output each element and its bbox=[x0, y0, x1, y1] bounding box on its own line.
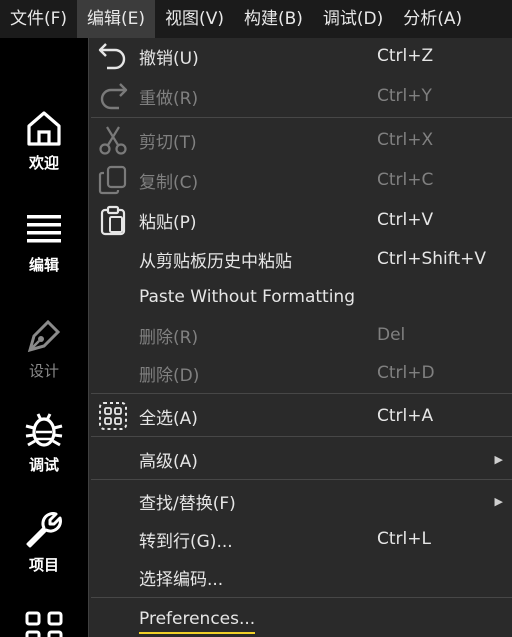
menu-item-select-encoding[interactable]: 选择编码... bbox=[89, 559, 512, 595]
menu-item-goto-line[interactable]: 转到行(G)... Ctrl+L bbox=[89, 521, 512, 557]
menu-view[interactable]: 视图(V) bbox=[155, 0, 234, 38]
mode-project[interactable]: 项目 bbox=[0, 510, 88, 575]
select-all-icon bbox=[99, 402, 127, 430]
paste-plain-label: Paste Without Formatting bbox=[139, 287, 355, 307]
preferences-label: Preferences... bbox=[139, 609, 256, 629]
edit-lines-icon bbox=[27, 215, 61, 243]
delete-label: 删除(R) bbox=[139, 327, 199, 348]
cut-shortcut: Ctrl+X bbox=[377, 130, 434, 150]
undo-shortcut: Ctrl+Z bbox=[377, 46, 434, 66]
submenu-arrow-icon: ▶ bbox=[494, 452, 503, 466]
pen-nib-icon bbox=[27, 319, 61, 353]
scissors-icon bbox=[99, 126, 127, 155]
menu-item-cut[interactable]: 剪切(T) Ctrl+X bbox=[89, 122, 512, 158]
copy-label: 复制(C) bbox=[139, 172, 199, 193]
menu-edit[interactable]: 编辑(E) bbox=[77, 0, 156, 38]
submenu-arrow-icon: ▶ bbox=[494, 494, 503, 508]
paste-label: 粘贴(P) bbox=[139, 212, 197, 233]
menu-item-undo[interactable]: 撤销(U) Ctrl+Z bbox=[89, 38, 512, 74]
menu-item-select-all[interactable]: 全选(A) Ctrl+A bbox=[89, 398, 512, 434]
menu-file[interactable]: 文件(F) bbox=[0, 0, 77, 38]
separator bbox=[91, 597, 512, 598]
menu-item-find-replace[interactable]: 查找/替换(F) ▶ bbox=[89, 483, 512, 519]
mode-edit-label: 编辑 bbox=[28, 256, 59, 274]
separator bbox=[91, 479, 512, 480]
separator bbox=[91, 436, 512, 437]
paste-history-label: 从剪贴板历史中粘贴 bbox=[139, 251, 292, 272]
select-encoding-label: 选择编码... bbox=[139, 569, 224, 590]
keyboard-focus-underline bbox=[139, 632, 255, 634]
copy-icon bbox=[98, 165, 127, 195]
separator bbox=[91, 117, 512, 118]
select-all-shortcut: Ctrl+A bbox=[377, 406, 434, 426]
undo-icon bbox=[98, 43, 126, 70]
mode-debug-label: 调试 bbox=[28, 456, 59, 474]
grid-icon bbox=[25, 611, 63, 637]
menu-build[interactable]: 构建(B) bbox=[234, 0, 313, 38]
goto-line-shortcut: Ctrl+L bbox=[377, 529, 431, 549]
menu-item-paste[interactable]: 粘贴(P) Ctrl+V bbox=[89, 202, 512, 238]
copy-shortcut: Ctrl+C bbox=[377, 170, 434, 190]
mode-design-label: 设计 bbox=[28, 362, 59, 380]
menu-item-advanced[interactable]: 高级(A) ▶ bbox=[89, 441, 512, 477]
menu-item-paste-plain[interactable]: Paste Without Formatting bbox=[89, 279, 512, 315]
separator bbox=[91, 393, 512, 394]
menu-item-redo[interactable]: 重做(R) Ctrl+Y bbox=[89, 78, 512, 114]
cut-label: 剪切(T) bbox=[139, 132, 197, 153]
menu-item-paste-history[interactable]: 从剪贴板历史中粘贴 Ctrl+Shift+V bbox=[89, 241, 512, 277]
menu-item-copy[interactable]: 复制(C) Ctrl+C bbox=[89, 162, 512, 198]
bug-icon bbox=[25, 413, 63, 447]
delete-line-shortcut: Ctrl+D bbox=[377, 363, 435, 383]
redo-label: 重做(R) bbox=[139, 88, 199, 109]
menu-bar: 文件(F) 编辑(E) 视图(V) 构建(B) 调试(D) 分析(A) bbox=[0, 0, 512, 38]
wrench-icon bbox=[26, 512, 62, 548]
menu-analyze[interactable]: 分析(A) bbox=[393, 0, 472, 38]
mode-sidebar: 欢迎 编辑 设计 调试 项目 bbox=[0, 38, 88, 637]
delete-shortcut: Del bbox=[377, 325, 406, 345]
mode-more[interactable] bbox=[0, 610, 88, 637]
select-all-label: 全选(A) bbox=[139, 408, 198, 429]
undo-label: 撤销(U) bbox=[139, 48, 199, 69]
paste-shortcut: Ctrl+V bbox=[377, 210, 434, 230]
mode-debug[interactable]: 调试 bbox=[0, 410, 88, 475]
menu-item-delete[interactable]: 删除(R) Del bbox=[89, 317, 512, 353]
mode-project-label: 项目 bbox=[28, 556, 59, 574]
advanced-label: 高级(A) bbox=[139, 451, 198, 472]
mode-edit[interactable]: 编辑 bbox=[0, 210, 88, 275]
redo-shortcut: Ctrl+Y bbox=[377, 86, 432, 106]
mode-welcome-label: 欢迎 bbox=[28, 154, 59, 172]
goto-line-label: 转到行(G)... bbox=[139, 531, 233, 552]
mode-design[interactable]: 设计 bbox=[0, 316, 88, 381]
delete-line-label: 删除(D) bbox=[139, 365, 200, 386]
edit-dropdown-menu: 撤销(U) Ctrl+Z 重做(R) Ctrl+Y 剪切(T) Ctrl+X 复… bbox=[88, 38, 512, 637]
menu-item-delete-line[interactable]: 删除(D) Ctrl+D bbox=[89, 355, 512, 391]
paste-history-shortcut: Ctrl+Shift+V bbox=[377, 249, 487, 269]
menu-debug[interactable]: 调试(D) bbox=[313, 0, 393, 38]
home-icon bbox=[27, 111, 61, 146]
mode-welcome[interactable]: 欢迎 bbox=[0, 108, 88, 173]
redo-icon bbox=[100, 83, 128, 110]
find-replace-label: 查找/替换(F) bbox=[139, 493, 236, 514]
clipboard-icon bbox=[100, 205, 126, 236]
